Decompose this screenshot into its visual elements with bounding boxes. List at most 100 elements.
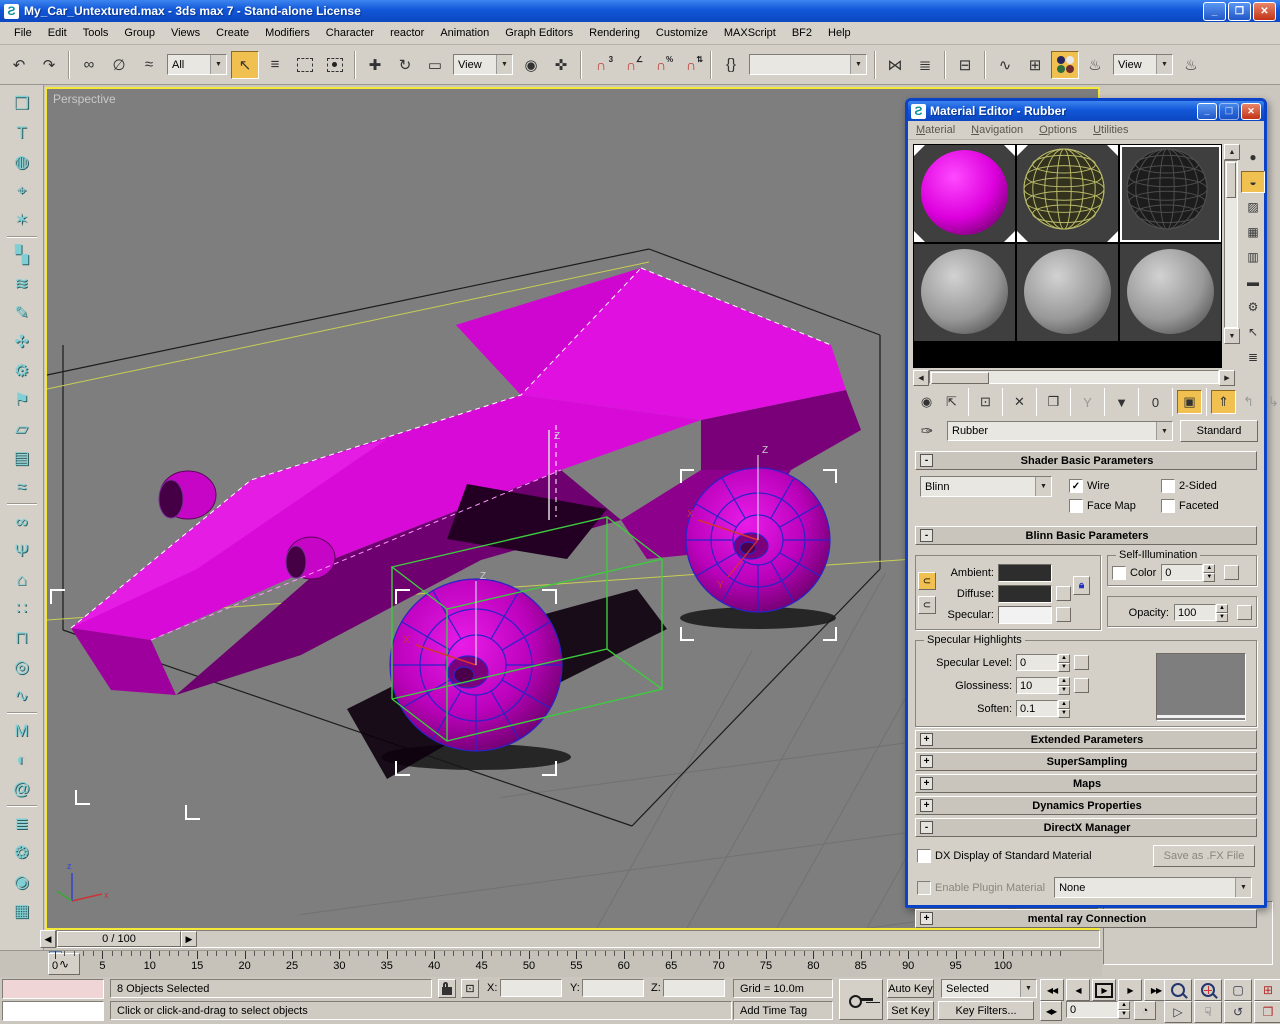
pick-material-from-object[interactable]: ✑ (915, 420, 939, 442)
checkbox-2-sided[interactable]: 2-Sided (1161, 479, 1253, 493)
menu-bf2[interactable]: BF2 (784, 24, 820, 42)
tab-checker-icon[interactable]: ▚ (7, 240, 37, 269)
self-illum-spinner[interactable]: 0 ▲ ▼ (1161, 564, 1216, 582)
tab-fan-icon[interactable]: ✣ (7, 327, 37, 356)
save-as-fx-file-button[interactable]: Save as .FX File (1153, 845, 1255, 867)
rollout-header-blinn-basic[interactable]: - Blinn Basic Parameters (915, 526, 1257, 545)
viewport-label[interactable]: Perspective (53, 92, 116, 106)
specular-level-map-button[interactable] (1074, 655, 1089, 670)
bind-to-space-warp-icon[interactable]: ≈ (135, 51, 163, 79)
sample-slot-1[interactable] (914, 145, 1015, 242)
align-icon[interactable]: ≣ (911, 51, 939, 79)
menu-views[interactable]: Views (163, 24, 208, 42)
selection-set-key-dropdown[interactable]: Selected ▼ (941, 979, 1037, 998)
menu-file[interactable]: File (6, 24, 40, 42)
key-filters-button[interactable]: Key Filters... (938, 1001, 1034, 1020)
tab-cloth-m-icon[interactable]: M (7, 716, 37, 745)
rollout-header-directx-manager[interactable]: - DirectX Manager (915, 818, 1257, 837)
spin-down-icon[interactable]: ▼ (1058, 686, 1070, 695)
tab-waves-icon[interactable]: ≈ (7, 472, 37, 501)
auto-key-button[interactable]: Auto Key (887, 979, 934, 998)
field-of-view-icon[interactable]: ▷ (1164, 1001, 1192, 1023)
menu-animation[interactable]: Animation (432, 24, 497, 42)
make-unique-icon[interactable]: Y (1075, 390, 1100, 414)
tab-chair-icon[interactable]: ⊓ (7, 623, 37, 652)
undo-icon[interactable]: ↶ (5, 51, 33, 79)
select-and-scale-icon[interactable]: ▭ (421, 51, 449, 79)
tab-figure-icon[interactable]: Ψ (7, 536, 37, 565)
set-key-button[interactable]: Set Key (887, 1001, 934, 1020)
me-maximize-button[interactable]: ❐ (1219, 102, 1239, 120)
lock-ambient-diffuse-left[interactable]: ⊂ (918, 572, 936, 590)
close-button[interactable]: ✕ (1253, 1, 1276, 21)
reference-coordinate-system[interactable]: View ▼ (453, 54, 513, 75)
named-selection-sets-dropdown[interactable]: ▼ (749, 54, 867, 75)
select-and-manipulate-icon[interactable]: ✜ (547, 51, 575, 79)
put-material-to-scene-icon[interactable]: ⇱ (939, 390, 964, 414)
diffuse-map-button[interactable] (1056, 586, 1071, 601)
asset-browser-icon[interactable]: ❂ (7, 838, 37, 867)
plugin-material-dropdown[interactable]: None ▼ (1054, 877, 1252, 898)
me-menu-utilities[interactable]: Utilities (1093, 124, 1128, 136)
render-shortcut-icon[interactable]: ◉ (7, 867, 37, 896)
time-slider-thumb[interactable]: 0 / 100 (57, 931, 181, 947)
scroll-up-icon[interactable]: ▲ (1224, 144, 1240, 160)
material-editor-icon[interactable] (1051, 50, 1079, 79)
add-time-tag-field[interactable]: Add Time Tag (733, 1001, 833, 1020)
use-pivot-point-center-icon[interactable]: ◉ (517, 51, 545, 79)
diffuse-color-swatch[interactable] (998, 584, 1052, 603)
rollout-header-supersampling[interactable]: + SuperSampling (915, 752, 1257, 771)
specular-map-button[interactable] (1056, 607, 1071, 622)
select-and-move-icon[interactable]: ✚ (361, 51, 389, 79)
maxscript-m极ini-listener-white[interactable] (2, 1001, 104, 1021)
glossiness-spinner[interactable]: 10 ▲ ▼ (1016, 677, 1070, 695)
scroll-thumb[interactable] (931, 372, 989, 384)
window-crossing-toggle-icon[interactable] (321, 51, 349, 79)
selection-filter-dropdown[interactable]: All ▼ (167, 54, 227, 75)
menu-edit[interactable]: Edit (40, 24, 75, 42)
ambient-color-swatch[interactable] (998, 563, 1052, 582)
tab-wheel-icon[interactable]: ◎ (7, 652, 37, 681)
menu-rendering[interactable]: Rendering (581, 24, 648, 42)
layer-manager-icon[interactable]: ⊟ (951, 51, 979, 79)
backlight-icon[interactable]: ◒ (1241, 171, 1265, 193)
maxscript-mini-listener-pink[interactable] (2, 979, 104, 999)
go-to-parent-icon[interactable]: ↰ (1236, 390, 1261, 414)
rollout-header-maps[interactable]: + Maps (915, 774, 1257, 793)
curve-editor-icon[interactable]: ∿ (991, 51, 1019, 79)
go-forward-to-sibling-icon[interactable]: ↳ (1261, 390, 1280, 414)
me-menu-navigation[interactable]: Navigation (971, 124, 1023, 136)
slots-vertical-scrollbar[interactable]: ▲ ▼ (1224, 144, 1240, 344)
tab-gear-icon[interactable]: ⚙ (7, 356, 37, 385)
tab-knife-icon[interactable]: ✎ (7, 298, 37, 327)
menu-help[interactable]: Help (820, 24, 859, 42)
specular-level-spinner[interactable]: 0 ▲ ▼ (1016, 654, 1070, 672)
select-by-material-icon[interactable]: ↖ (1241, 321, 1265, 343)
menu-customize[interactable]: Customize (648, 24, 716, 42)
scroll-thumb[interactable] (1226, 162, 1236, 198)
next-frame-icon[interactable]: ▶ (1118, 979, 1142, 1001)
spin-up-icon[interactable]: ▲ (1058, 654, 1070, 663)
tab-worm-icon[interactable]: ∿ (7, 681, 37, 710)
menu-create[interactable]: Create (208, 24, 257, 42)
tab-cubes-icon[interactable]: ❒ (7, 89, 37, 118)
arc-rotate-icon[interactable]: ↺ (1224, 1001, 1252, 1023)
snaps-toggle-icon[interactable]: ∩ 3 (587, 51, 615, 79)
sample-slot-6[interactable] (1120, 244, 1221, 341)
me-close-button[interactable]: ✕ (1241, 102, 1261, 120)
reset-map-mtl-to-default-icon[interactable]: ✕ (1007, 390, 1032, 414)
zoom-icon[interactable] (1164, 979, 1192, 1001)
quick-render-icon[interactable]: ♨ (1177, 51, 1205, 79)
schematic-view-icon[interactable]: ⊞ (1021, 51, 1049, 79)
scroll-left-icon[interactable]: ◀ (913, 370, 929, 386)
edit-named-selection-sets-icon[interactable]: {} (717, 51, 745, 79)
sample-uv-tiling-icon[interactable]: ▦ (1241, 221, 1265, 243)
sample-slot-3[interactable] (1120, 145, 1221, 242)
tab-dominos-icon[interactable]: ∷ (7, 594, 37, 623)
select-and-link-icon[interactable]: ∞ (75, 51, 103, 79)
menu-reactor[interactable]: reactor (382, 24, 432, 42)
key-mode-toggle[interactable]: ◀▶ (1040, 1001, 1062, 1021)
rollout-header-dynamics-properties[interactable]: + Dynamics Properties (915, 796, 1257, 815)
scroll-right-icon[interactable]: ▶ (1219, 370, 1235, 386)
frame-number-spinner[interactable]: 0 ▲ ▼ (1066, 1001, 1130, 1019)
